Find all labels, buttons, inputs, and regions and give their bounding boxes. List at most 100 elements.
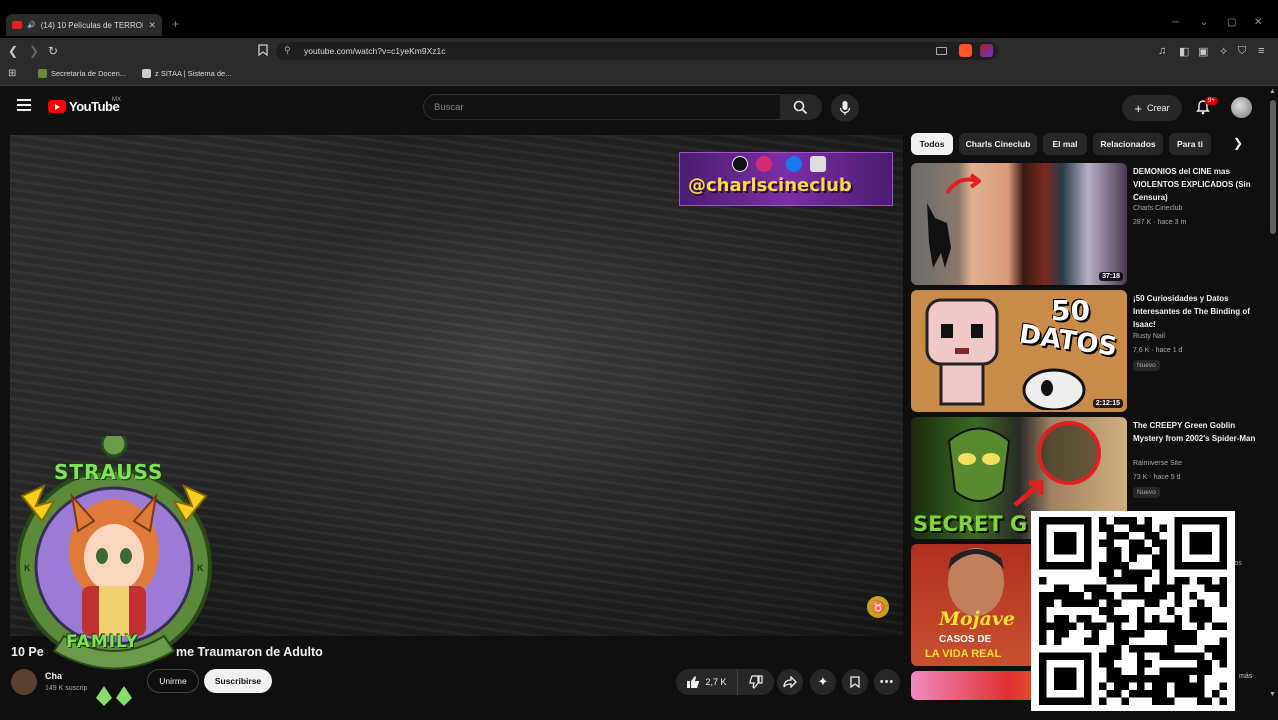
twitch-icon <box>810 156 826 172</box>
instagram-icon <box>756 156 772 172</box>
red-arrow-icon <box>1013 480 1044 507</box>
thumb-script: Mojave <box>939 608 1016 630</box>
browser-tabbar: 🔊 (14) 10 Películas de TERROR q ✕ + ─ ⌄ … <box>0 0 1278 38</box>
more-horizontal-icon: ••• <box>879 676 895 688</box>
scroll-down-icon[interactable]: ▼ <box>1269 691 1276 698</box>
close-window-icon[interactable]: ✕ <box>1254 17 1262 28</box>
chip-para-ti[interactable]: Para ti <box>1169 133 1211 155</box>
audio-icon: 🔊 <box>27 22 36 29</box>
wallet-icon[interactable]: ▣ <box>1198 45 1208 58</box>
site-info-icon[interactable]: ⚲ <box>284 45 291 56</box>
isaac-character <box>925 298 999 406</box>
emblem-corner-letter: K <box>197 563 204 573</box>
bookmark-favicon-icon <box>38 69 47 78</box>
address-bar[interactable]: ⚲ youtube.com/watch?v=c1yeKm9Xz1c <box>276 42 998 60</box>
rec-channel[interactable]: Charls Cineclub <box>1133 205 1182 212</box>
like-button[interactable]: 2,7 K <box>676 669 738 695</box>
tab-close-icon[interactable]: ✕ <box>148 20 156 31</box>
forward-icon[interactable]: ❯ <box>29 44 39 58</box>
new-tab-icon[interactable]: + <box>172 17 179 31</box>
chip-el-mal[interactable]: El mal <box>1043 133 1087 155</box>
create-label: Crear <box>1147 103 1170 113</box>
chip-charls-cineclub[interactable]: Charls Cineclub <box>959 133 1037 155</box>
bookmark-item[interactable]: Secretaría de Docen... <box>38 69 126 78</box>
search-input[interactable]: Buscar <box>423 94 781 120</box>
thumb-secret-banner: SECRET G <box>913 512 1028 536</box>
apps-grid-icon[interactable]: ⊞ <box>8 68 16 79</box>
page-scrollbar[interactable]: ▲ ▼ <box>1268 86 1278 700</box>
cast-icon[interactable] <box>936 47 947 55</box>
reload-icon[interactable]: ↻ <box>48 44 58 58</box>
ask-ai-button[interactable]: ✦ <box>810 669 836 695</box>
sidebar-icon[interactable]: ◧ <box>1179 45 1189 58</box>
rec-title[interactable]: The CREEPY Green Goblin Mystery from 200… <box>1133 419 1257 445</box>
recommendation-item[interactable]: 37:18 DEMONIOS del CINE mas VIOLENTOS EX… <box>911 163 1261 285</box>
youtube-header: YouTube MX Buscar + Crear 9+ <box>0 86 1268 130</box>
like-count: 2,7 K <box>705 677 727 687</box>
red-arrow-icon <box>945 173 981 195</box>
chevron-right-icon[interactable]: ❯ <box>1233 136 1243 150</box>
back-icon[interactable]: ❮ <box>8 44 18 58</box>
search-placeholder: Buscar <box>434 102 464 113</box>
menu-icon[interactable]: ≡ <box>1258 45 1264 57</box>
thumb-line2: LA VIDA REAL <box>925 648 1002 660</box>
qr-code-image <box>1039 517 1227 705</box>
country-code: MX <box>112 97 121 103</box>
thumb-word: DATOS <box>1017 319 1119 363</box>
search-button[interactable] <box>780 94 822 120</box>
goblin-mask <box>947 427 1011 502</box>
rec-meta: 7,6 K · hace 1 d <box>1133 347 1183 354</box>
thumbs-up-icon <box>687 676 700 688</box>
minimize-icon[interactable]: ─ <box>1172 17 1179 28</box>
more-actions-button[interactable]: ••• <box>874 669 900 695</box>
save-button[interactable] <box>842 669 868 695</box>
video-thumbnail[interactable]: 50 DATOS 2:12:15 <box>911 290 1127 412</box>
bookmark-item[interactable]: z SITAA | Sistema de... <box>142 69 231 78</box>
rec-meta: 73 K · hace 5 d <box>1133 474 1181 481</box>
maximize-icon[interactable]: ▢ <box>1227 17 1236 28</box>
rec-title[interactable]: ¡50 Curiosidades y Datos Interesantes de… <box>1133 292 1257 331</box>
dislike-button[interactable] <box>738 669 774 695</box>
bookmark-label: Secretaría de Docen... <box>51 69 127 78</box>
qr-code-overlay <box>1031 511 1235 711</box>
chip-relacionados[interactable]: Relacionados <box>1093 133 1163 155</box>
dropdown-icon[interactable]: ⌄ <box>1200 17 1208 28</box>
bookmark-label: z SITAA | Sistema de... <box>155 69 232 78</box>
extensions-icon[interactable]: ✧ <box>1219 45 1228 58</box>
channel-logo-icon[interactable]: ♉ <box>867 596 889 618</box>
channel-watermark-banner: @charlscineclub <box>679 152 893 206</box>
chip-todos[interactable]: Todos <box>911 133 953 155</box>
scroll-up-icon[interactable]: ▲ <box>1269 88 1276 95</box>
related-filter-chips: Todos Charls Cineclub El mal Relacionado… <box>911 133 1251 155</box>
emblem-title-bottom: FAMILY <box>66 632 139 652</box>
recommendation-item[interactable]: 50 DATOS 2:12:15 ¡50 Curiosidades y Dato… <box>911 290 1261 412</box>
rec-meta: 287 K · hace 3 m <box>1133 219 1187 226</box>
skull-figure <box>1022 368 1086 410</box>
account-avatar[interactable] <box>1231 97 1252 118</box>
tiktok-icon <box>732 156 748 172</box>
music-icon[interactable]: ♫ <box>1158 45 1166 57</box>
share-button[interactable] <box>777 669 803 695</box>
rec-title[interactable]: DEMONIOS del CINE mas VIOLENTOS EXPLICAD… <box>1133 165 1257 204</box>
rec-channel[interactable]: Raimiverse Site <box>1133 460 1182 467</box>
brave-shield-icon[interactable] <box>959 44 972 57</box>
vpn-icon[interactable]: ⛉ <box>1238 45 1246 58</box>
bookmarks-bar: ⊞ Secretaría de Docen... z SITAA | Siste… <box>0 64 1278 86</box>
rewards-icon[interactable] <box>980 44 993 57</box>
browser-tab[interactable]: 🔊 (14) 10 Películas de TERROR q ✕ <box>6 14 162 36</box>
hamburger-menu-icon[interactable] <box>17 99 31 114</box>
show-more-link[interactable]: más <box>1239 673 1252 680</box>
thumbs-down-icon <box>749 675 763 689</box>
video-thumbnail[interactable]: 37:18 <box>911 163 1127 285</box>
goat-figure <box>927 203 951 268</box>
create-button[interactable]: + Crear <box>1122 95 1182 121</box>
voice-search-button[interactable] <box>831 94 859 122</box>
bookmark-icon[interactable] <box>258 44 268 59</box>
save-bookmark-icon <box>850 676 860 688</box>
scroll-thumb[interactable] <box>1270 100 1276 234</box>
subscribe-button[interactable]: Suscribirse <box>204 669 272 693</box>
rec-channel[interactable]: Rusty Nail <box>1133 333 1165 340</box>
youtube-logo[interactable]: YouTube <box>48 99 120 114</box>
youtube-favicon-icon <box>12 21 22 29</box>
emblem-title-top: STRAUSS <box>54 460 164 484</box>
